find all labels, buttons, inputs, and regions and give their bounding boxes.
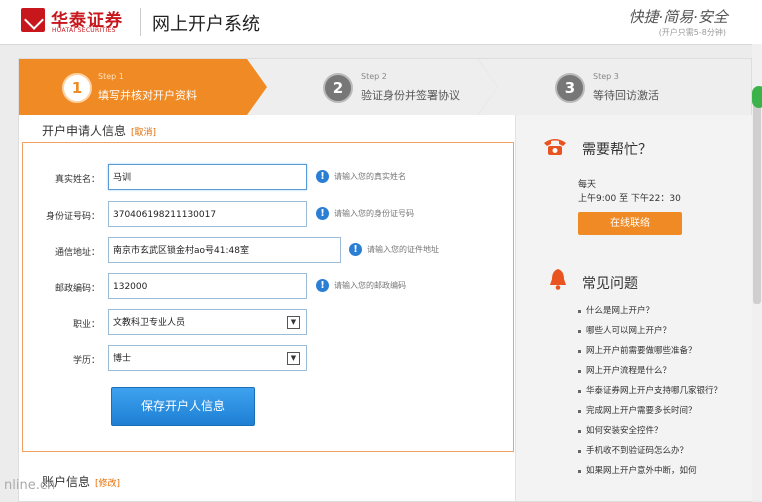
help-title: 需要帮忙？ xyxy=(582,142,652,158)
help-sidebar: 需要帮忙？ 每天 上午9:00 至 下午22：30 在线联络 常见问题 什么是网… xyxy=(515,115,752,501)
address-hint: ! 请输入您的证件地址 xyxy=(349,243,439,256)
address-input[interactable]: 南京市玄武区锁金村ao号41:48室 xyxy=(108,237,341,263)
faq-item[interactable]: 手机收不到验证码怎么办？ xyxy=(578,445,740,458)
info-icon: ! xyxy=(349,243,362,256)
step-3-number: 3 xyxy=(555,73,585,103)
service-days: 每天 xyxy=(578,180,597,190)
occupation-value: 文教科卫专业人员 xyxy=(113,318,186,328)
form-row-id: 身份证号码： 370406198211130017 ! 请输入您的身份证号码 xyxy=(23,201,513,229)
faq-item[interactable]: 如果网上开户意外中断，如何 xyxy=(578,465,740,478)
chevron-down-icon[interactable]: ▼ xyxy=(287,352,300,365)
info-icon: ! xyxy=(316,207,329,220)
name-input[interactable]: 马训 xyxy=(108,164,307,190)
chevron-down-icon[interactable]: ▼ xyxy=(287,316,300,329)
id-label: 身份证号码： xyxy=(45,212,100,222)
name-label: 真实姓名： xyxy=(54,175,100,185)
scrollbar-thumb[interactable] xyxy=(753,104,761,304)
step-3-title: 等待回访激活 xyxy=(593,89,659,102)
faq-title: 常见问题 xyxy=(582,276,638,292)
id-hint: ! 请输入您的身份证号码 xyxy=(316,207,414,220)
form-row-occupation: 职业： 文教科卫专业人员 ▼ xyxy=(23,309,513,337)
form-row-address: 通信地址： 南京市玄武区锁金村ao号41:48室 ! 请输入您的证件地址 xyxy=(23,237,513,265)
education-label: 学历： xyxy=(72,356,100,366)
education-select[interactable]: 博士 ▼ xyxy=(108,345,307,371)
form-row-zip: 邮政编码： 132000 ! 请输入您的邮政编码 xyxy=(23,273,513,301)
step-1-title: 填写并核对开户资料 xyxy=(98,89,197,102)
watermark: nline.cn xyxy=(4,478,56,493)
system-title: 网上开户系统 xyxy=(152,14,260,35)
cancel-link[interactable]: [取消] xyxy=(131,128,156,138)
step-3-kicker: Step 3 xyxy=(593,72,619,81)
address-label: 通信地址： xyxy=(54,248,100,258)
huatai-logo-icon xyxy=(21,8,45,32)
step-3: 3 Step 3 等待回访激活 xyxy=(479,59,751,115)
slogan: 快捷·简易·安全 xyxy=(628,8,728,26)
occupation-select[interactable]: 文教科卫专业人员 ▼ xyxy=(108,309,307,335)
id-number-input[interactable]: 370406198211130017 xyxy=(108,201,307,227)
online-contact-button[interactable]: 在线联络 xyxy=(578,212,682,235)
name-hint: ! 请输入您的真实姓名 xyxy=(316,170,406,183)
header-divider xyxy=(140,8,141,36)
zip-input[interactable]: 132000 xyxy=(108,273,307,299)
step-2-number: 2 xyxy=(323,73,353,103)
step-2-kicker: Step 2 xyxy=(361,72,387,81)
page-scrollbar[interactable] xyxy=(752,44,762,500)
applicant-section-title: 开户申请人信息 [取消] xyxy=(42,122,156,139)
step-1: 1 Step 1 填写并核对开户资料 xyxy=(19,59,269,115)
side-float-icon[interactable] xyxy=(752,86,762,108)
logo-subtext: HUATAI SECURITIES xyxy=(52,27,116,34)
zip-label: 邮政编码： xyxy=(54,284,100,294)
faq-item[interactable]: 哪些人可以网上开户？ xyxy=(578,325,740,338)
edit-link[interactable]: [修改] xyxy=(95,479,120,489)
faq-item[interactable]: 华泰证券网上开户支持哪几家银行？ xyxy=(578,385,740,398)
step-1-kicker: Step 1 xyxy=(98,72,124,81)
save-applicant-button[interactable]: 保存开户人信息 xyxy=(111,387,255,426)
faq-item[interactable]: 网上开户流程是什么？ xyxy=(578,365,740,378)
zip-hint: ! 请输入您的邮政编码 xyxy=(316,279,406,292)
applicant-section-label: 开户申请人信息 xyxy=(42,124,127,138)
id-hint-text: 请输入您的身份证号码 xyxy=(334,209,414,218)
bell-icon xyxy=(550,269,566,290)
info-icon: ! xyxy=(316,279,329,292)
faq-item[interactable]: 完成网上开户需要多长时间？ xyxy=(578,405,740,418)
applicant-form: 真实姓名： 马训 ! 请输入您的真实姓名 身份证号码： 3704061982111… xyxy=(22,142,514,452)
info-icon: ! xyxy=(316,170,329,183)
step-progress-bar: 1 Step 1 填写并核对开户资料 2 Step 2 验证身份并签署协议 3 … xyxy=(19,59,751,115)
step-2: 2 Step 2 验证身份并签署协议 xyxy=(247,59,497,115)
zip-hint-text: 请输入您的邮政编码 xyxy=(334,281,406,290)
faq-item[interactable]: 网上开户前需要做哪些准备？ xyxy=(578,345,740,358)
main-panel: 1 Step 1 填写并核对开户资料 2 Step 2 验证身份并签署协议 3 … xyxy=(18,58,752,502)
faq-list: 什么是网上开户？ 哪些人可以网上开户？ 网上开户前需要做哪些准备？ 网上开户流程… xyxy=(578,305,740,485)
step-1-number: 1 xyxy=(62,73,92,103)
top-header: 华泰证券 HUATAI SECURITIES 网上开户系统 快捷·简易·安全 (… xyxy=(0,0,762,45)
faq-item[interactable]: 什么是网上开户？ xyxy=(578,305,740,318)
education-value: 博士 xyxy=(113,354,132,364)
phone-icon xyxy=(544,139,566,155)
name-hint-text: 请输入您的真实姓名 xyxy=(334,172,406,181)
faq-item[interactable]: 如何安装安全控件？ xyxy=(578,425,740,438)
occupation-label: 职业： xyxy=(72,320,100,330)
step-2-title: 验证身份并签署协议 xyxy=(361,89,460,102)
service-hours: 上午9:00 至 下午22：30 xyxy=(578,194,681,204)
form-row-name: 真实姓名： 马训 ! 请输入您的真实姓名 xyxy=(23,164,513,192)
form-row-education: 学历： 博士 ▼ xyxy=(23,345,513,373)
slogan-subtext: (开户只需5-8分钟) xyxy=(658,28,726,37)
address-hint-text: 请输入您的证件地址 xyxy=(367,245,439,254)
